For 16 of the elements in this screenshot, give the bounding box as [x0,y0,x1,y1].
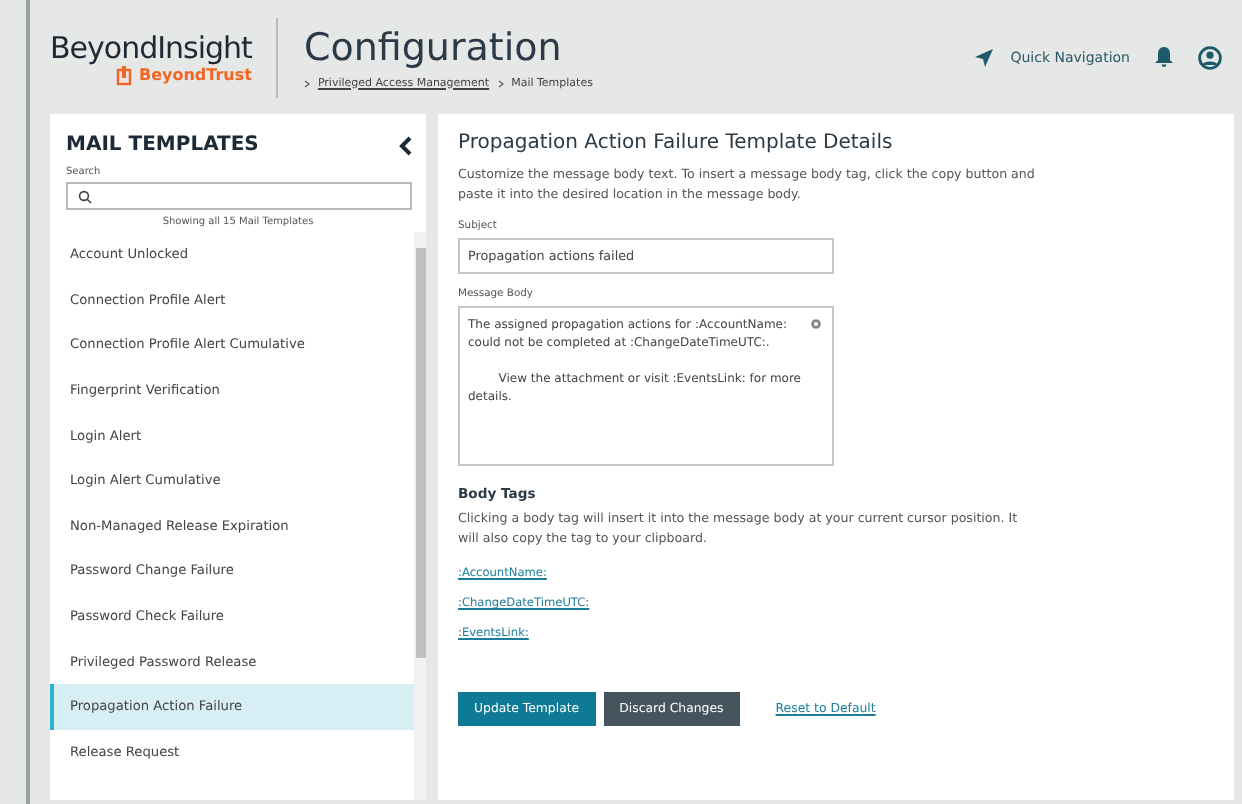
search-field[interactable] [66,182,412,210]
chevron-icon [303,79,310,87]
product-name: BeyondInsight [50,29,252,65]
navigation-arrow-icon[interactable] [974,47,995,67]
page-title: Configuration [303,25,564,69]
chevron-icon [497,79,504,87]
gear-icon[interactable] [810,318,822,330]
brand-logo-icon [116,65,133,85]
bell-icon[interactable] [1154,46,1174,68]
sidebar-title: MAIL TEMPLATES [66,134,259,156]
user-icon[interactable] [1198,45,1222,69]
details-title: Propagation Action Failure Template Details [458,132,895,154]
search-icon [78,189,92,203]
scrollbar[interactable] [414,232,426,800]
brand-name: BeyondTrust [138,66,252,84]
collapse-chevron-icon[interactable] [398,135,412,155]
